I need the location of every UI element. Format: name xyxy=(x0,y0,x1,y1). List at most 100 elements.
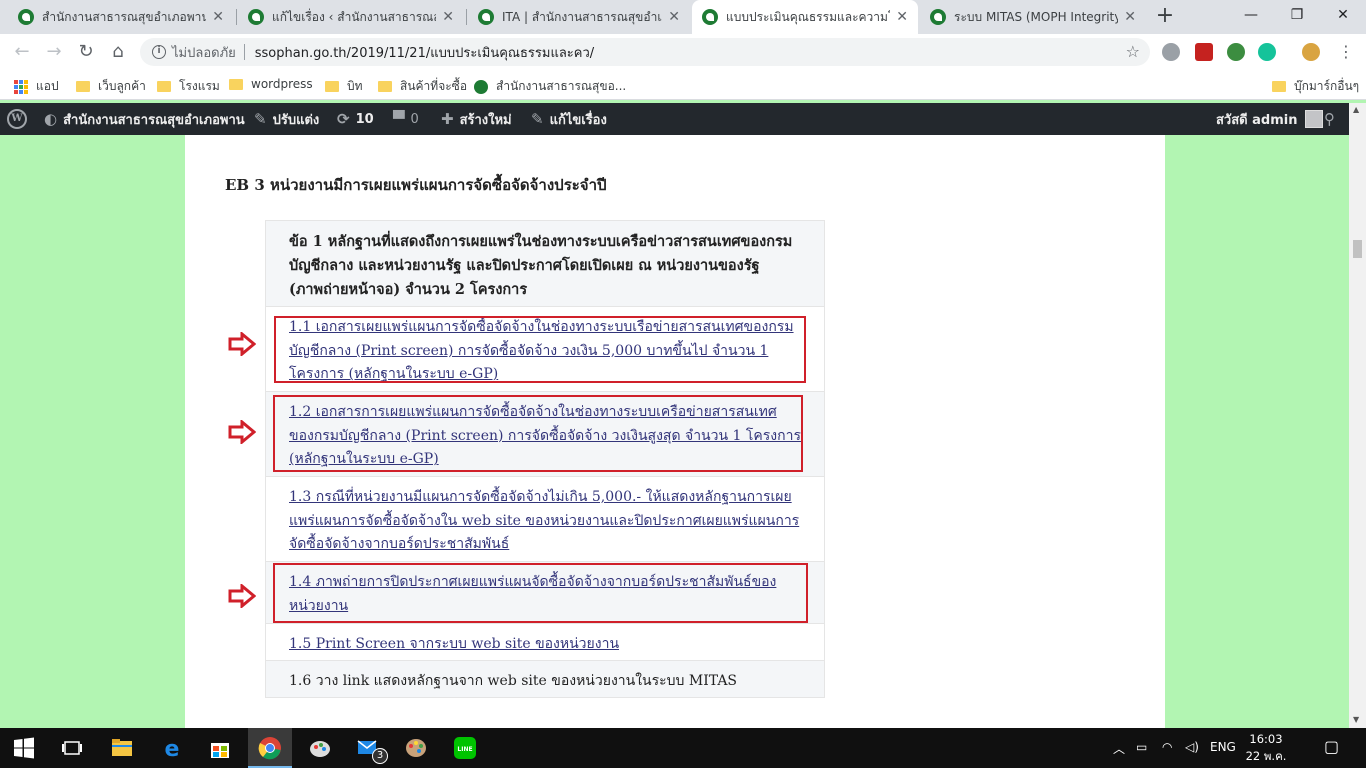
profile-avatar[interactable] xyxy=(1302,43,1320,61)
apps-icon xyxy=(14,79,28,94)
chrome-taskbar-button[interactable] xyxy=(248,728,292,768)
post-content: EB 3 หน่วยงานมีการเผยแพร่แผนการจัดซื้อจั… xyxy=(185,135,1165,728)
notifications-icon[interactable]: ▢ xyxy=(1324,737,1339,756)
extension-help-icon[interactable] xyxy=(1162,43,1180,61)
paint-icon[interactable] xyxy=(308,736,332,760)
dashboard-icon: ◐ xyxy=(44,110,58,128)
bookmark-folder[interactable]: wordpress xyxy=(229,77,313,91)
updates-count: 10 xyxy=(355,111,374,127)
tab-5[interactable]: ระบบ MITAS (MOPH Integrity an ✕ xyxy=(920,0,1146,34)
tab-4-active[interactable]: แบบประเมินคุณธรรมและความโปร่งใส ✕ xyxy=(692,0,918,34)
folder-icon xyxy=(76,81,90,92)
scroll-thumb[interactable] xyxy=(1353,240,1362,258)
wordpress-icon: W xyxy=(7,109,27,129)
forward-button[interactable]: → xyxy=(42,40,66,64)
scroll-up-arrow-icon[interactable]: ▲ xyxy=(1353,105,1359,114)
plus-icon: ✚ xyxy=(441,110,454,128)
bookmark-label: แอป xyxy=(36,79,59,93)
close-icon[interactable]: ✕ xyxy=(212,9,224,25)
account-menu[interactable]: สวัสดี admin xyxy=(1216,103,1324,135)
folder-icon xyxy=(229,78,243,90)
bookmarks-bar: แอป เว็บลูกค้า โรงแรม wordpress บิท สินค… xyxy=(0,70,1366,100)
tab-label: แก้ไขเรื่อง ‹ สำนักงานสาธารณสุขอำ xyxy=(272,9,436,24)
security-label: ไม่ปลอดภัย xyxy=(172,45,236,61)
url-text[interactable]: ssophan.go.th/2019/11/21/แบบประเมินคุณธร… xyxy=(255,42,594,63)
moph-favicon-icon xyxy=(702,9,718,25)
updates-button[interactable]: ⟳ 10 xyxy=(337,103,374,135)
clock[interactable]: 16:03 22 พ.ค. 2563 xyxy=(1236,731,1296,768)
evidence-link-1-3[interactable]: 1.3 กรณีที่หน่วยงานมีแผนการจัดซื้อจัดจ้า… xyxy=(289,489,799,552)
customize-button[interactable]: ✎ ปรับแต่ง xyxy=(254,103,319,135)
menu-kebab-icon[interactable]: ⋮ xyxy=(1334,40,1358,64)
bookmark-label: wordpress xyxy=(251,77,313,91)
evidence-link-1-4[interactable]: 1.4 ภาพถ่ายการปิดประกาศเผยแพร่แผนจัดซื้อ… xyxy=(289,574,776,614)
close-icon[interactable]: ✕ xyxy=(668,9,680,25)
bookmark-site[interactable]: สำนักงานสาธารณสุขอ... xyxy=(474,77,626,96)
windows-start-icon[interactable] xyxy=(12,736,36,760)
store-icon[interactable] xyxy=(208,736,232,760)
wordpress-logo-button[interactable]: W xyxy=(7,103,27,135)
evidence-link-1-2[interactable]: 1.2 เอกสารการเผยแพร่แผนการจัดซื้อจัดจ้าง… xyxy=(289,404,801,467)
bookmark-label: บุ๊กมาร์กอื่นๆ xyxy=(1294,79,1360,93)
table-row: 1.1 เอกสารเผยแพร่แผนการจัดซื้อจัดจ้างในช… xyxy=(266,306,824,391)
search-icon: ⚲ xyxy=(1324,110,1335,128)
close-icon[interactable]: ✕ xyxy=(1124,9,1136,25)
close-icon[interactable]: ✕ xyxy=(896,9,908,25)
windows-taskbar: e 3 LINE ︿ ▭ ◠ ◁) ENG 16:03 22 พ.ค. 2563… xyxy=(0,728,1366,768)
grammarly-icon[interactable] xyxy=(1258,43,1276,61)
tab-3[interactable]: ITA | สำนักงานสาธารณสุขอำเภอพา ✕ xyxy=(468,0,690,34)
moph-favicon-icon xyxy=(478,9,494,25)
bookmark-folder[interactable]: โรงแรม xyxy=(157,77,220,96)
new-tab-button[interactable]: + xyxy=(1152,4,1178,30)
back-button[interactable]: ← xyxy=(10,40,34,64)
moph-favicon-icon xyxy=(930,9,946,25)
language-indicator[interactable]: ENG xyxy=(1210,740,1236,754)
other-bookmarks[interactable]: บุ๊กมาร์กอื่นๆ xyxy=(1272,77,1359,96)
table-header: ข้อ 1 หลักฐานที่แสดงถึงการเผยแพร่ในช่องท… xyxy=(266,221,824,306)
battery-icon[interactable]: ▭ xyxy=(1136,740,1147,754)
restore-button[interactable]: ❐ xyxy=(1274,0,1320,30)
address-bar[interactable]: i ไม่ปลอดภัย ssophan.go.th/2019/11/21/แบ… xyxy=(140,38,1150,66)
minimize-button[interactable]: — xyxy=(1228,0,1274,30)
table-row: 1.5 Print Screen จากระบบ web site ของหน่… xyxy=(266,623,824,660)
task-view-icon[interactable] xyxy=(60,736,84,760)
wifi-icon[interactable]: ◠ xyxy=(1162,740,1172,754)
edit-post-button[interactable]: ✎ แก้ไขเรื่อง xyxy=(531,103,607,135)
bookmark-folder[interactable]: สินค้าที่จะซื้อ xyxy=(378,77,467,96)
moph-favicon-icon xyxy=(248,9,264,25)
volume-icon[interactable]: ◁) xyxy=(1185,740,1199,754)
new-content-button[interactable]: ✚ สร้างใหม่ xyxy=(441,103,512,135)
brush-icon: ✎ xyxy=(254,110,267,128)
pencil-icon: ✎ xyxy=(531,110,544,128)
close-icon[interactable]: ✕ xyxy=(442,9,454,25)
reload-button[interactable]: ↻ xyxy=(74,40,98,64)
show-hidden-icons-icon[interactable]: ︿ xyxy=(1113,740,1125,757)
site-name-menu[interactable]: ◐ สำนักงานสาธารณสุขอำเภอพาน xyxy=(44,103,245,135)
page-scrollbar[interactable]: ▲ ▼ xyxy=(1349,103,1366,728)
line-app-icon[interactable]: LINE xyxy=(453,736,477,760)
search-button[interactable]: ⚲ xyxy=(1324,103,1341,135)
close-window-button[interactable]: ✕ xyxy=(1320,0,1366,30)
evidence-link-1-1[interactable]: 1.1 เอกสารเผยแพร่แผนการจัดซื้อจัดจ้างในช… xyxy=(289,319,794,382)
home-button[interactable]: ⌂ xyxy=(106,40,130,64)
info-icon[interactable]: i xyxy=(152,45,166,59)
tab-1[interactable]: สำนักงานสาธารณสุขอำเภอพาน | Pi ✕ xyxy=(8,0,234,34)
tab-label: แบบประเมินคุณธรรมและความโปร่งใส xyxy=(726,9,890,24)
edge-browser-icon[interactable]: e xyxy=(160,736,184,760)
bookmark-label: บิท xyxy=(347,79,363,93)
bookmark-star-icon[interactable]: ☆ xyxy=(1126,42,1140,61)
bookmark-apps[interactable]: แอป xyxy=(14,77,59,96)
globe-extension-icon[interactable] xyxy=(1227,43,1245,61)
comments-count: 0 xyxy=(410,111,419,127)
evidence-link-1-5[interactable]: 1.5 Print Screen จากระบบ web site ของหน่… xyxy=(289,636,619,652)
svg-text:e: e xyxy=(165,737,180,760)
bookmark-folder[interactable]: บิท xyxy=(325,77,363,96)
comments-button[interactable]: ▀ 0 xyxy=(393,103,419,135)
bookmark-folder[interactable]: เว็บลูกค้า xyxy=(76,77,146,96)
pdf-extension-icon[interactable] xyxy=(1195,43,1213,61)
bookmark-label: สำนักงานสาธารณสุขอ... xyxy=(496,79,627,93)
scroll-down-arrow-icon[interactable]: ▼ xyxy=(1353,715,1359,724)
file-explorer-icon[interactable] xyxy=(110,736,134,760)
paint-palette-icon[interactable] xyxy=(404,736,428,760)
tab-2[interactable]: แก้ไขเรื่อง ‹ สำนักงานสาธารณสุขอำ ✕ xyxy=(238,0,464,34)
